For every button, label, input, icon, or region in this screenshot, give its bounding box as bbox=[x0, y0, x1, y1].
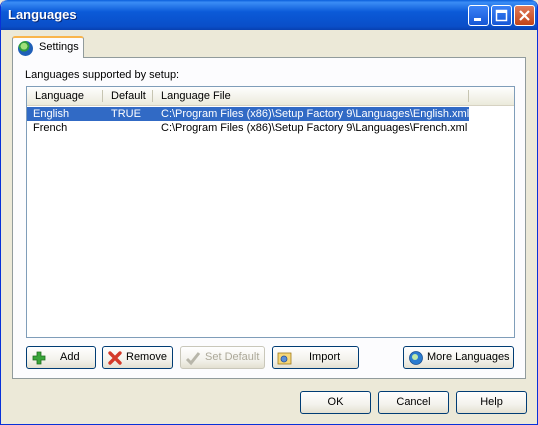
more-languages-button[interactable]: More Languages bbox=[403, 346, 514, 369]
close-icon bbox=[519, 10, 530, 21]
remove-button-label: Remove bbox=[126, 351, 167, 363]
set-default-button[interactable]: Set Default bbox=[180, 346, 265, 369]
tab-settings-label: Settings bbox=[39, 41, 79, 53]
column-header-language-file[interactable]: Language File bbox=[153, 87, 469, 105]
cell-default bbox=[103, 121, 153, 135]
add-button-label: Add bbox=[60, 351, 80, 363]
import-icon bbox=[277, 352, 292, 365]
delete-x-icon bbox=[108, 351, 122, 365]
ok-button[interactable]: OK bbox=[300, 391, 371, 414]
more-languages-button-label: More Languages bbox=[427, 351, 510, 363]
languages-list[interactable]: Language Default Language File English T… bbox=[26, 86, 515, 338]
remove-button[interactable]: Remove bbox=[102, 346, 173, 369]
window-title: Languages bbox=[8, 7, 77, 22]
plus-icon bbox=[32, 351, 46, 365]
globe-search-icon bbox=[409, 351, 423, 365]
tab-settings[interactable]: Settings bbox=[12, 36, 84, 58]
column-language-label: Language bbox=[35, 90, 84, 102]
cell-language-file: C:\Program Files (x86)\Setup Factory 9\L… bbox=[161, 122, 468, 134]
maximize-icon bbox=[495, 9, 508, 22]
minimize-icon bbox=[474, 18, 481, 21]
import-button-label: Import bbox=[309, 351, 341, 363]
column-header-default[interactable]: Default bbox=[103, 87, 153, 105]
help-button[interactable]: Help bbox=[456, 391, 527, 414]
section-label: Languages supported by setup: bbox=[25, 69, 180, 81]
globe-icon bbox=[18, 41, 33, 56]
cancel-button-label: Cancel bbox=[396, 396, 431, 408]
column-file-label: Language File bbox=[161, 90, 231, 102]
title-bar[interactable]: Languages bbox=[1, 0, 537, 30]
column-header-language[interactable]: Language bbox=[27, 87, 103, 105]
import-button[interactable]: Import bbox=[272, 346, 359, 369]
set-default-button-label: Set Default bbox=[205, 351, 260, 363]
help-button-label: Help bbox=[480, 396, 503, 408]
minimize-button[interactable] bbox=[468, 5, 489, 26]
list-header: Language Default Language File bbox=[27, 87, 514, 106]
cell-language: English bbox=[27, 107, 103, 121]
maximize-button[interactable] bbox=[491, 5, 512, 26]
cancel-button[interactable]: Cancel bbox=[378, 391, 449, 414]
cell-default: TRUE bbox=[103, 107, 153, 121]
close-button[interactable] bbox=[514, 5, 535, 26]
cell-language-file: C:\Program Files (x86)\Setup Factory 9\L… bbox=[153, 107, 469, 121]
column-default-label: Default bbox=[111, 90, 146, 102]
ok-button-label: OK bbox=[327, 396, 344, 408]
languages-dialog: Languages Settings Languages supported b… bbox=[0, 0, 538, 425]
add-button[interactable]: Add bbox=[26, 346, 96, 369]
cell-language: French bbox=[33, 122, 68, 134]
checkmark-icon bbox=[185, 352, 201, 366]
